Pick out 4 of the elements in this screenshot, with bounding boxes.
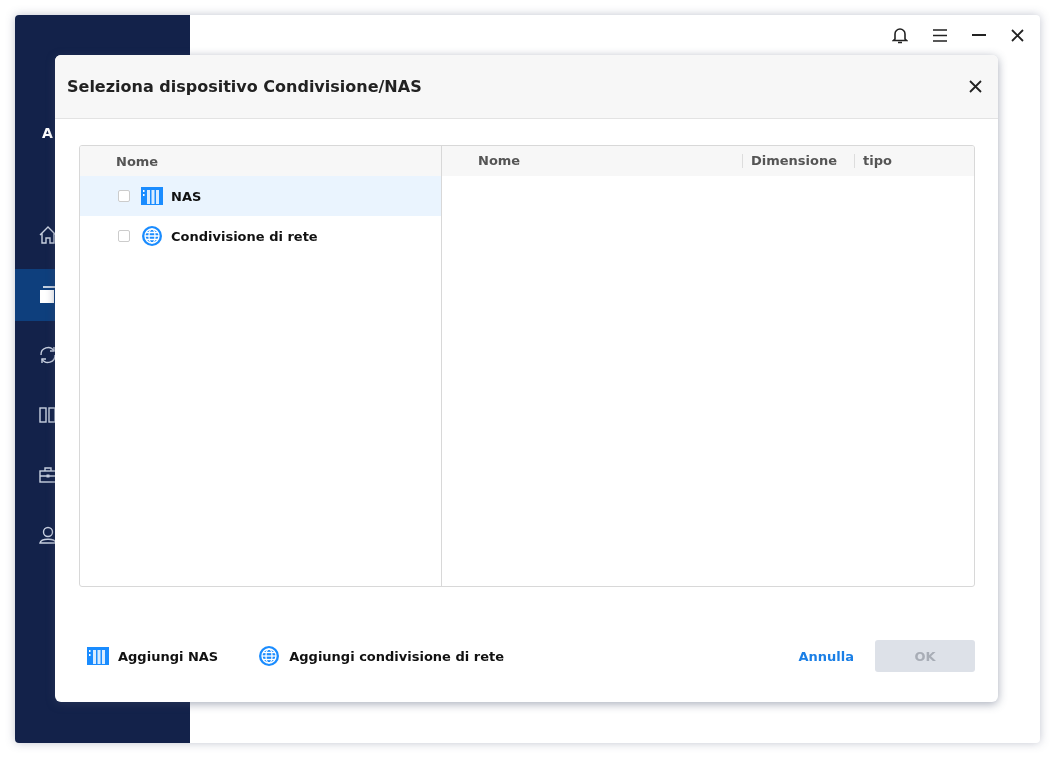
device-label: Condivisione di rete (171, 228, 318, 244)
app-logo-text: A (42, 125, 53, 141)
dialog-title: Seleziona dispositivo Condivisione/NAS (67, 77, 422, 96)
device-label: NAS (171, 188, 202, 204)
